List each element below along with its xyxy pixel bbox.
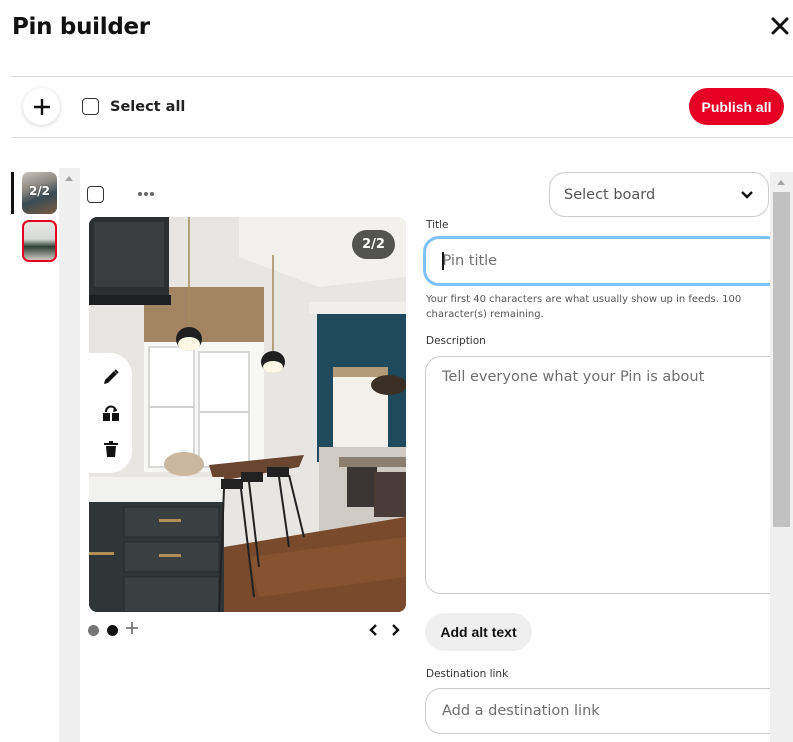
publish-all-button[interactable]: Publish all bbox=[689, 88, 784, 125]
title-input[interactable]: Pin title bbox=[423, 236, 783, 286]
board-select[interactable]: Select board bbox=[549, 172, 769, 217]
close-icon bbox=[771, 17, 789, 35]
trash-icon bbox=[103, 441, 118, 457]
select-all-label[interactable]: Select all bbox=[110, 99, 185, 115]
chevron-left-icon bbox=[369, 624, 377, 636]
destination-placeholder: Add a destination link bbox=[442, 703, 600, 719]
scrollbar-thumb[interactable] bbox=[773, 192, 790, 527]
form-scrollbar[interactable] bbox=[770, 172, 793, 742]
pin-thumbnail[interactable]: 2/2 bbox=[22, 172, 57, 214]
replace-image-button[interactable] bbox=[97, 399, 125, 427]
title-label: Title bbox=[426, 219, 449, 231]
thumbnail-count: 2/2 bbox=[28, 184, 51, 198]
image-counter-badge: 2/2 bbox=[352, 230, 395, 259]
thumbnail-scrollbar[interactable] bbox=[59, 168, 80, 742]
plus-icon bbox=[126, 622, 138, 634]
next-slide-button[interactable] bbox=[389, 622, 403, 638]
edit-image-button[interactable] bbox=[97, 363, 125, 391]
chevron-down-icon bbox=[741, 190, 753, 199]
ellipsis-dot bbox=[138, 192, 142, 196]
description-placeholder: Tell everyone what your Pin is about bbox=[442, 369, 705, 385]
image-tools bbox=[89, 353, 132, 473]
toolbar-divider bbox=[11, 137, 793, 138]
scroll-up-arrow-icon[interactable] bbox=[65, 176, 73, 181]
selected-thumbnail-indicator bbox=[11, 172, 14, 214]
add-slide-button[interactable] bbox=[125, 621, 141, 639]
pencil-icon bbox=[103, 369, 119, 384]
pin-select-checkbox[interactable] bbox=[87, 186, 104, 203]
select-all-checkbox[interactable] bbox=[82, 98, 99, 115]
previous-slide-button[interactable] bbox=[366, 622, 380, 638]
plus-icon bbox=[33, 98, 50, 115]
add-alt-text-button[interactable]: Add alt text bbox=[425, 613, 532, 651]
scroll-up-arrow-icon[interactable] bbox=[777, 180, 785, 185]
header-divider bbox=[11, 76, 793, 77]
add-pin-button[interactable] bbox=[23, 88, 60, 125]
more-options-button[interactable] bbox=[134, 186, 158, 202]
close-button[interactable] bbox=[770, 16, 793, 42]
carousel-dot-active[interactable] bbox=[107, 625, 118, 636]
destination-label: Destination link bbox=[426, 668, 509, 680]
replace-icon bbox=[102, 405, 119, 421]
description-input[interactable]: Tell everyone what your Pin is about bbox=[425, 356, 785, 594]
chevron-right-icon bbox=[392, 624, 400, 636]
description-label: Description bbox=[426, 335, 486, 347]
pin-thumbnail-error[interactable] bbox=[22, 220, 57, 262]
title-hint: Your first 40 characters are what usuall… bbox=[426, 294, 742, 320]
board-select-placeholder: Select board bbox=[564, 186, 656, 203]
carousel-dot[interactable] bbox=[88, 625, 99, 636]
destination-link-input[interactable]: Add a destination link bbox=[425, 688, 785, 734]
pin-image bbox=[89, 217, 406, 612]
ellipsis-dot bbox=[144, 192, 148, 196]
page-title: Pin builder bbox=[12, 14, 150, 40]
delete-image-button[interactable] bbox=[97, 435, 125, 463]
title-placeholder: Pin title bbox=[442, 253, 498, 269]
ellipsis-dot bbox=[150, 192, 154, 196]
kitchen-image bbox=[89, 217, 406, 612]
